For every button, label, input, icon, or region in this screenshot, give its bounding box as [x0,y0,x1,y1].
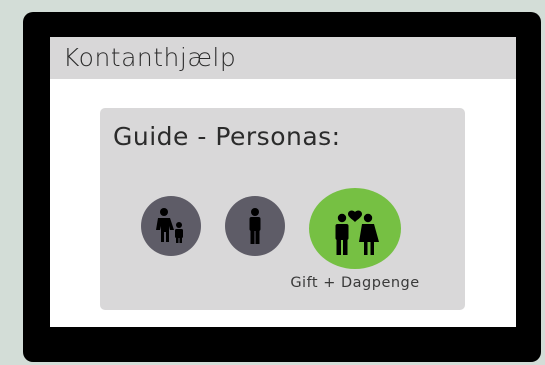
married-couple-icon [335,210,379,255]
app-screen: Kontanthjælp Guide - Personas: Gift + Da… [50,37,516,327]
persona-married-button[interactable] [309,188,401,269]
persona-selected-label: Gift + Dagpenge [290,275,420,291]
device-frame: Kontanthjælp Guide - Personas: Gift + Da… [23,12,541,362]
guide-title: Guide - Personas: [113,122,341,151]
single-person-icon [249,208,261,244]
persona-guide-card: Guide - Personas: Gift + Dagpenge [100,108,465,310]
parent-with-child-icon [156,208,183,243]
persona-parent-child-button[interactable] [141,196,201,256]
page-title: Kontanthjælp [63,43,237,72]
title-bar: Kontanthjælp [50,37,516,79]
persona-single-button[interactable] [225,196,285,256]
